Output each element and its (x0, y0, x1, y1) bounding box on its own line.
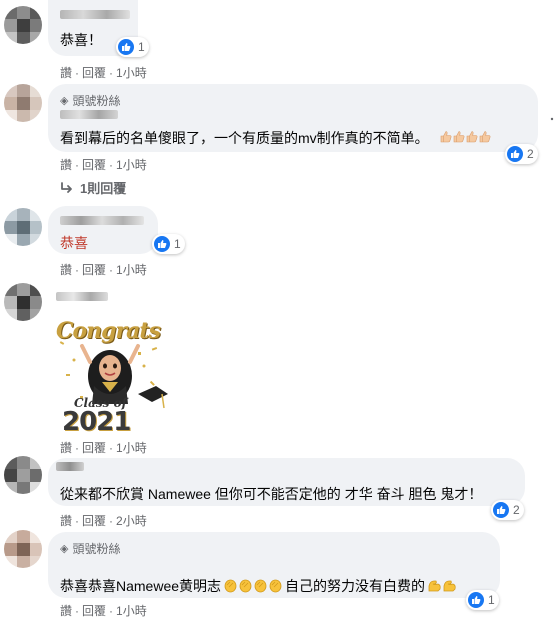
sticker-year: 2021 (62, 407, 131, 437)
comment-text: 恭喜恭喜Namewee黄明志 自己的努力没有白费的 (60, 576, 457, 596)
avatar[interactable] (4, 6, 42, 44)
clapping-hands-emoji-row (223, 578, 283, 593)
commenter-name-blurred[interactable] (60, 110, 118, 119)
flexed-biceps-emoji (443, 580, 456, 592)
like-link[interactable]: 讚 (60, 604, 72, 618)
like-link[interactable]: 讚 (60, 263, 72, 277)
clapping-hands-emoji (254, 579, 267, 593)
top-fan-diamond-icon: ◈ (60, 95, 69, 107)
comment-actions: 讚 · 回覆 · 1小時 (60, 604, 147, 618)
like-link[interactable]: 讚 (60, 66, 72, 80)
flexed-biceps-emoji-row (427, 578, 457, 593)
commenter-name-blurred[interactable] (56, 292, 108, 301)
commenter-name-blurred[interactable] (56, 462, 84, 471)
reply-link[interactable]: 回覆 (82, 263, 106, 277)
reaction-count[interactable]: 1 (466, 590, 499, 610)
comment-text-body: 看到幕后的名单傻眼了，一个有质量的mv制作真的不简单。 (60, 130, 429, 146)
badge-label: 頭號粉絲 (72, 542, 121, 556)
avatar[interactable] (4, 283, 42, 321)
badge-label: 頭號粉絲 (72, 94, 121, 108)
congrats-sticker[interactable]: Congrats Class of 2021 (52, 312, 168, 437)
thumbs-up-emoji (453, 131, 464, 143)
comment-actions: 讚 · 回覆 · 1小時 (60, 263, 147, 277)
reaction-count[interactable]: 2 (505, 144, 538, 164)
timestamp[interactable]: 1小時 (116, 441, 147, 455)
comment-actions: 讚 · 回覆 · 1小時 (60, 66, 147, 80)
timestamp[interactable]: 1小時 (116, 604, 147, 618)
timestamp[interactable]: 1小時 (116, 263, 147, 277)
reaction-count[interactable]: 2 (491, 500, 524, 520)
like-icon (493, 502, 509, 518)
flexed-biceps-emoji (428, 580, 441, 592)
reply-link[interactable]: 回覆 (82, 441, 106, 455)
comment-bubble: ◈ 頭號粉絲 看到幕后的名单傻眼了，一个有质量的mv制作真的不简单。 (48, 84, 538, 152)
comment-actions: 讚 · 回覆 · 2小時 (60, 514, 147, 528)
like-link[interactable]: 讚 (60, 158, 72, 172)
thumbs-up-emoji-row (439, 130, 491, 146)
reaction-count[interactable]: 1 (152, 234, 185, 254)
comment-text: 從来都不欣賞 Namewee 但你可不能否定他的 才华 奋斗 胆色 鬼才！ (60, 486, 483, 502)
reaction-count[interactable]: 1 (116, 37, 149, 57)
like-link[interactable]: 讚 (60, 441, 72, 455)
like-icon (468, 592, 484, 608)
thumbs-up-emoji (466, 131, 477, 143)
reply-arrow-icon (61, 181, 72, 193)
comment-text: 看到幕后的名单傻眼了，一个有质量的mv制作真的不简单。 (60, 128, 491, 148)
reply-link[interactable]: 回覆 (82, 66, 106, 80)
timestamp[interactable]: 2小時 (116, 514, 147, 528)
commenter-name-blurred[interactable] (60, 216, 144, 225)
clapping-hands-emoji (224, 579, 237, 593)
avatar[interactable] (4, 84, 42, 122)
top-fan-badge: ◈ 頭號粉絲 (60, 540, 120, 557)
comment-text: 恭喜！ (60, 32, 102, 48)
thumbs-up-emoji (440, 131, 451, 143)
clapping-hands-emoji (269, 579, 282, 593)
like-icon (154, 236, 170, 252)
view-replies-link[interactable]: 1則回覆 (60, 178, 126, 197)
comment-text-part: 自己的努力没有白费的 (285, 578, 426, 594)
timestamp[interactable]: 1小時 (116, 66, 147, 80)
like-icon (118, 39, 134, 55)
reply-link[interactable]: 回覆 (82, 514, 106, 528)
comment-bubble: ◈ 頭號粉絲 恭喜恭喜Namewee黄明志 自己的努力没有白费的 (48, 532, 500, 598)
comment-text: 恭喜 (60, 235, 88, 251)
timestamp[interactable]: 1小時 (116, 158, 147, 172)
reaction-number: 1 (174, 237, 181, 251)
commenter-name-blurred[interactable] (60, 10, 130, 19)
comment-actions: 讚 · 回覆 · 1小時 (60, 158, 147, 172)
reaction-number: 1 (138, 40, 145, 54)
reply-link[interactable]: 回覆 (82, 158, 106, 172)
comment-bubble: 恭喜 (48, 206, 158, 254)
replies-label: 1則回覆 (80, 181, 127, 196)
comment-text-part: 恭喜恭喜Namewee黄明志 (60, 578, 222, 594)
reaction-number: 1 (488, 593, 495, 607)
avatar[interactable] (4, 208, 42, 246)
comment-bubble: 從来都不欣賞 Namewee 但你可不能否定他的 才华 奋斗 胆色 鬼才！ (48, 458, 525, 506)
avatar[interactable] (4, 530, 42, 568)
like-link[interactable]: 讚 (60, 514, 72, 528)
thumbs-up-emoji (479, 131, 490, 143)
clapping-hands-emoji (239, 579, 252, 593)
reaction-number: 2 (513, 503, 520, 517)
like-icon (507, 146, 523, 162)
reply-link[interactable]: 回覆 (82, 604, 106, 618)
top-fan-diamond-icon: ◈ (60, 543, 69, 555)
sticker-title: Congrats (56, 318, 161, 344)
comment-actions: 讚 · 回覆 · 1小時 (60, 441, 147, 455)
avatar[interactable] (4, 456, 42, 494)
top-fan-badge: ◈ 頭號粉絲 (60, 92, 120, 109)
more-options-icon[interactable] (550, 114, 554, 132)
reaction-number: 2 (527, 147, 534, 161)
